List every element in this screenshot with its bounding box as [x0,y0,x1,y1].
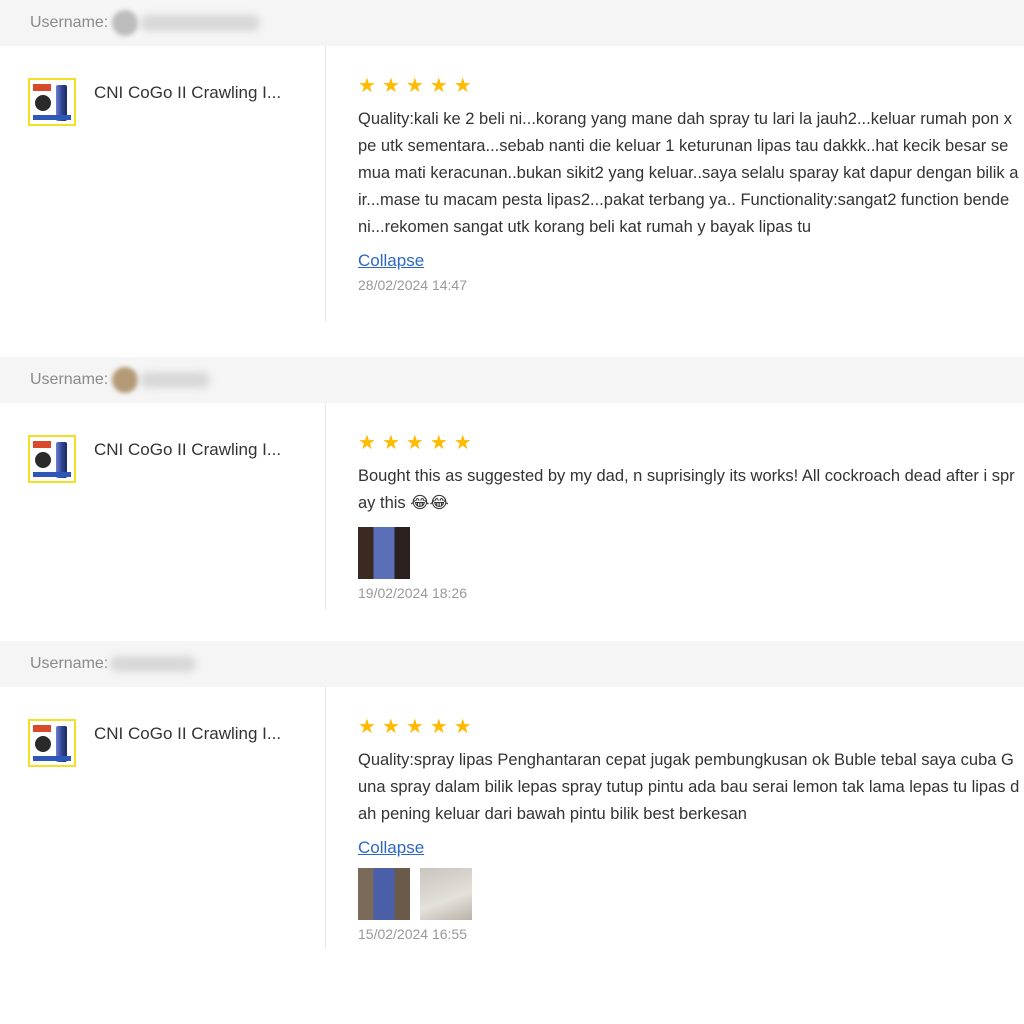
username-label: Username: [30,655,109,672]
product-info[interactable]: CNI CoGo II Crawling I... [28,78,281,126]
review-photo[interactable] [358,527,410,579]
star-icon: ★ [358,716,376,738]
star-icon: ★ [453,716,472,738]
star-icon: ★ [429,75,448,97]
star-icon: ★ [405,432,424,454]
star-icon: ★ [453,432,472,454]
username-blurred [110,656,197,672]
star-rating: ★ ★ ★ ★ ★ [358,717,1024,737]
review-text: Bought this as suggested by my dad, n su… [358,467,1015,512]
product-name[interactable]: CNI CoGo II Crawling I... [94,83,281,103]
star-icon: ★ [453,75,472,97]
review-photos [358,527,1024,579]
user-bar: Username: [0,357,1024,403]
username-blurred [140,15,261,31]
review-date: 15/02/2024 16:55 [358,926,467,942]
product-name[interactable]: CNI CoGo II Crawling I... [94,440,281,460]
product-info[interactable]: CNI CoGo II Crawling I... [28,719,281,767]
star-icon: ★ [358,75,376,97]
star-rating: ★ ★ ★ ★ ★ [358,433,1024,453]
collapse-link[interactable]: Collapse [358,251,424,271]
star-icon: ★ [429,716,448,738]
username-label: Username: [30,14,109,31]
avatar[interactable] [112,367,139,393]
star-icon: ★ [405,716,424,738]
review-date: 19/02/2024 18:26 [358,585,467,601]
review-content: ★ ★ ★ ★ ★ Bought this as suggested by my… [358,433,1024,601]
username-blurred [140,372,211,388]
star-rating: ★ ★ ★ ★ ★ [358,76,1024,96]
star-icon: ★ [381,75,400,97]
review-text: Quality:kali ke 2 beli ni...korang yang … [358,110,1019,236]
star-icon: ★ [381,716,400,738]
divider [325,46,326,322]
review-date: 28/02/2024 14:47 [358,277,467,293]
star-icon: ★ [429,432,448,454]
star-icon: ★ [358,432,376,454]
product-name[interactable]: CNI CoGo II Crawling I... [94,724,281,744]
product-thumbnail[interactable] [28,78,76,126]
review-text: Quality:spray lipas Penghantaran cepat j… [358,751,1020,823]
product-info[interactable]: CNI CoGo II Crawling I... [28,435,281,483]
avatar[interactable] [112,10,139,36]
divider [325,687,326,949]
review-content: ★ ★ ★ ★ ★ Quality:kali ke 2 beli ni...ko… [358,76,1024,293]
user-bar: Username: [0,641,1024,687]
star-icon: ★ [405,75,424,97]
collapse-link[interactable]: Collapse [358,838,424,858]
review-content: ★ ★ ★ ★ ★ Quality:spray lipas Penghantar… [358,717,1024,942]
star-icon: ★ [381,432,400,454]
product-thumbnail[interactable] [28,435,76,483]
product-thumbnail[interactable] [28,719,76,767]
review-photo[interactable] [420,868,472,920]
username-label: Username: [30,371,109,388]
review-photos [358,868,1024,920]
review-photo[interactable] [358,868,410,920]
user-bar: Username: [0,0,1024,46]
divider [325,403,326,610]
